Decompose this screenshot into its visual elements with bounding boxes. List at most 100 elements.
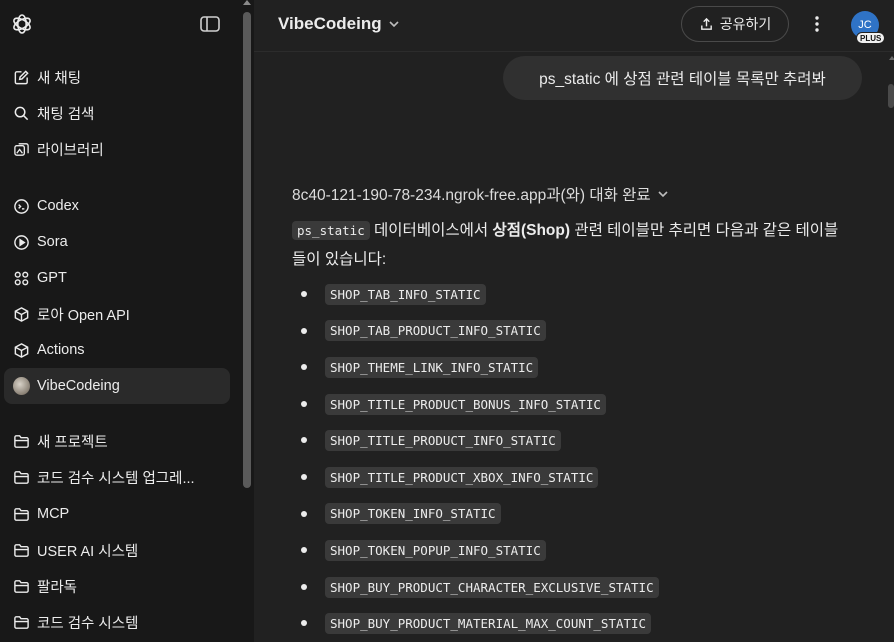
cube-icon	[13, 306, 30, 323]
list-item: SHOP_TAB_INFO_STATIC	[292, 276, 852, 313]
folder-icon	[13, 469, 30, 486]
sidebar-item-label: MCP	[37, 506, 70, 522]
tool-call-status[interactable]: 8c40-121-190-78-234.ngrok-free.app과(와) 대…	[292, 183, 669, 205]
list-item: SHOP_BUY_PRODUCT_MATERIAL_MAX_COUNT_STAT…	[292, 605, 852, 642]
list-item: SHOP_TITLE_PRODUCT_INFO_STATIC	[292, 422, 852, 459]
search-icon	[13, 105, 30, 122]
sidebar-item[interactable]: 로아 Open API	[4, 296, 230, 332]
answer-bold-text: 상점(Shop)	[492, 222, 571, 239]
assistant-answer: ps_static 데이터베이스에서 상점(Shop) 관련 테이블만 추리면 …	[292, 216, 852, 274]
folder-icon	[13, 614, 30, 631]
answer-text: 데이터베이스에서	[369, 222, 493, 239]
sidebar-item[interactable]: MCP	[4, 496, 230, 532]
list-item: SHOP_THEME_LINK_INFO_STATIC	[292, 349, 852, 386]
scroll-up-arrow-icon[interactable]	[243, 0, 251, 5]
sidebar-item-label: 팔라독	[37, 579, 78, 596]
user-message-bubble: ps_static 에 상점 관련 테이블 목록만 추려봐	[503, 56, 862, 100]
bullet-icon	[301, 291, 307, 297]
top-bar: VibeCodeing 공유하기 JC PLUS	[254, 0, 894, 52]
sidebar-item[interactable]: 새 채팅	[4, 59, 230, 95]
list-item: SHOP_TAB_PRODUCT_INFO_STATIC	[292, 313, 852, 350]
sidebar-item[interactable]: 새 프로젝트	[4, 423, 230, 459]
cube-icon	[13, 342, 30, 359]
sidebar-item[interactable]: 코드 검수 시스템 업그레...	[4, 459, 230, 495]
sidebar-item[interactable]: GPT	[4, 260, 230, 296]
sidebar-item-label: GPT	[37, 270, 67, 286]
bullet-icon	[301, 327, 307, 334]
table-name-code: SHOP_BUY_PRODUCT_MATERIAL_MAX_COUNT_STAT…	[325, 613, 652, 635]
table-name-code: SHOP_TITLE_PRODUCT_XBOX_INFO_STATIC	[325, 466, 599, 488]
sidebar-scrollbar[interactable]	[240, 0, 254, 642]
bullet-icon	[301, 547, 307, 554]
sidebar-toggle-icon[interactable]	[199, 14, 221, 34]
sora-icon	[13, 234, 30, 251]
sidebar-item-label: Sora	[37, 234, 68, 250]
bullet-icon	[301, 583, 307, 590]
codex-icon	[13, 198, 30, 215]
bullet-icon	[301, 473, 307, 480]
sidebar-item[interactable]: USER AI 시스템	[4, 532, 230, 568]
sidebar-item-label: 코드 검수 시스템	[37, 615, 139, 632]
table-name-code: SHOP_TAB_PRODUCT_INFO_STATIC	[325, 320, 546, 342]
sidebar-item-label: VibeCodeing	[37, 378, 120, 394]
table-name-code: SHOP_TOKEN_INFO_STATIC	[325, 503, 501, 525]
model-title-label: VibeCodeing	[278, 14, 382, 33]
main-scrollbar-thumb[interactable]	[888, 84, 894, 108]
sidebar-item-label: USER AI 시스템	[37, 543, 139, 560]
sidebar-scrollbar-thumb[interactable]	[243, 12, 251, 488]
table-list: SHOP_TAB_INFO_STATIC SHOP_TAB_PRODUCT_INF…	[292, 276, 852, 642]
tool-call-status-label: 8c40-121-190-78-234.ngrok-free.app과(와) 대…	[292, 187, 651, 204]
table-name-code: SHOP_TITLE_PRODUCT_BONUS_INFO_STATIC	[325, 393, 606, 415]
model-selector[interactable]: VibeCodeing	[278, 14, 400, 34]
folder-icon	[13, 506, 30, 523]
plan-badge: PLUS	[856, 32, 886, 44]
share-button-label: 공유하기	[719, 16, 772, 32]
list-item: SHOP_TITLE_PRODUCT_XBOX_INFO_STATIC	[292, 459, 852, 496]
sidebar: 새 채팅채팅 검색라이브러리 Codex Sora GPT 로아 Open API Act…	[0, 0, 254, 642]
folder-icon	[13, 578, 30, 595]
openai-logo-icon[interactable]	[10, 12, 34, 36]
sidebar-item[interactable]: 채팅 검색	[4, 95, 230, 131]
sidebar-item[interactable]: 라이브러리	[4, 131, 230, 167]
sidebar-item-label: 라이브러리	[37, 142, 104, 159]
bullet-icon	[301, 400, 307, 407]
sidebar-item[interactable]: 팔라독	[4, 568, 230, 604]
gpt-avatar-icon	[13, 377, 30, 395]
more-options-icon[interactable]	[804, 11, 830, 37]
list-item: SHOP_TITLE_PRODUCT_BONUS_INFO_STATIC	[292, 386, 852, 423]
new-chat-icon	[13, 69, 30, 86]
chevron-down-icon	[389, 21, 399, 28]
chevron-down-icon	[658, 191, 668, 198]
table-name-code: SHOP_THEME_LINK_INFO_STATIC	[325, 356, 539, 378]
bullet-icon	[301, 364, 307, 371]
list-item: SHOP_TOKEN_INFO_STATIC	[292, 496, 852, 533]
library-icon	[13, 141, 30, 158]
sidebar-item[interactable]: 코드 검수 시스템	[4, 604, 230, 640]
gpt-grid-icon	[13, 270, 30, 287]
list-item: SHOP_TOKEN_POPUP_INFO_STATIC	[292, 532, 852, 569]
sidebar-item[interactable]: Codex	[4, 188, 230, 224]
app-window: 새 채팅채팅 검색라이브러리 Codex Sora GPT 로아 Open API Act…	[0, 0, 894, 642]
sidebar-item-label: Codex	[37, 198, 79, 214]
table-name-code: SHOP_TITLE_PRODUCT_INFO_STATIC	[325, 430, 561, 452]
table-name-code: SHOP_TOKEN_POPUP_INFO_STATIC	[325, 539, 546, 561]
folder-icon	[13, 542, 30, 559]
sidebar-item[interactable]: Sora	[4, 224, 230, 260]
bullet-icon	[301, 437, 307, 444]
main-scrollbar[interactable]	[886, 52, 894, 642]
sidebar-item[interactable]: VibeCodeing	[4, 368, 230, 404]
sidebar-item-label: 새 채팅	[37, 70, 82, 87]
sidebar-item-label: 코드 검수 시스템 업그레...	[37, 470, 195, 487]
chat-main: VibeCodeing 공유하기 JC PLUS ps_static 에 상점 …	[254, 0, 894, 642]
share-button[interactable]: 공유하기	[681, 6, 789, 42]
table-name-code: SHOP_BUY_PRODUCT_CHARACTER_EXCLUSIVE_STA…	[325, 576, 659, 598]
sidebar-item[interactable]: Actions	[4, 332, 230, 368]
inline-code: ps_static	[292, 221, 370, 240]
scroll-up-arrow-icon[interactable]	[889, 56, 894, 60]
sidebar-item-label: Actions	[37, 342, 85, 358]
sidebar-item-label: 로아 Open API	[37, 307, 130, 324]
bullet-icon	[301, 620, 307, 627]
list-item: SHOP_BUY_PRODUCT_CHARACTER_EXCLUSIVE_STA…	[292, 569, 852, 606]
share-icon	[700, 17, 712, 30]
sidebar-item-label: 채팅 검색	[37, 106, 95, 123]
